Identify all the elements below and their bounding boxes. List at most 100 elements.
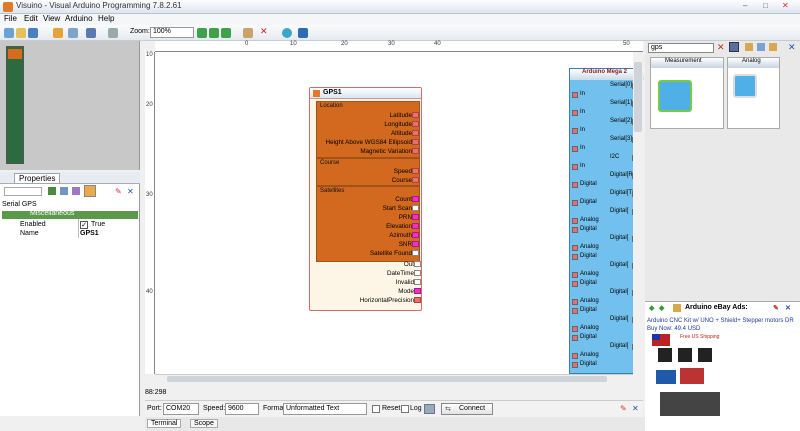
enabled-checkbox[interactable]: ✓ bbox=[80, 221, 88, 229]
zoom-out-icon[interactable] bbox=[209, 28, 219, 38]
log-file-icon[interactable] bbox=[424, 404, 435, 414]
connect-button[interactable]: ⇆ Connect bbox=[441, 403, 493, 415]
category-measurement[interactable]: Measurement bbox=[650, 57, 724, 129]
menu-edit[interactable]: Edit bbox=[24, 14, 38, 23]
arduino-pin[interactable] bbox=[572, 308, 578, 314]
arduino-pin[interactable] bbox=[572, 272, 578, 278]
ebay-product-image[interactable]: Free US Shipping bbox=[650, 334, 730, 422]
speed-select[interactable]: 9600 bbox=[225, 403, 259, 415]
ebay-settings-icon[interactable]: ✎ bbox=[773, 304, 779, 312]
zoom-fit-icon[interactable] bbox=[221, 28, 231, 38]
pin-connector[interactable] bbox=[414, 297, 421, 303]
zoom-select[interactable]: 100% bbox=[150, 27, 194, 38]
arduino-pin[interactable] bbox=[572, 299, 578, 305]
arduino-pin[interactable] bbox=[572, 164, 578, 170]
tab-scope[interactable]: Scope bbox=[190, 419, 218, 428]
new-icon[interactable] bbox=[4, 28, 14, 38]
next-ad-icon[interactable]: ◆ bbox=[659, 304, 664, 312]
menu-arduino[interactable]: Arduino bbox=[65, 14, 93, 23]
maximize-button[interactable]: □ bbox=[763, 1, 768, 10]
close-button[interactable]: ✕ bbox=[782, 1, 789, 10]
pin-connector[interactable] bbox=[412, 250, 419, 256]
layout-icon[interactable] bbox=[53, 28, 63, 38]
arduino-pin[interactable] bbox=[572, 326, 578, 332]
reset-checkbox[interactable] bbox=[372, 405, 380, 413]
arduino-component[interactable]: Arduino Mega 2 Serial[0] In Serial[1] In Ser… bbox=[569, 68, 644, 374]
format-select[interactable]: Unformatted Text bbox=[283, 403, 367, 415]
arduino-pin[interactable] bbox=[572, 110, 578, 116]
palette-close-icon[interactable]: ✕ bbox=[788, 42, 796, 53]
redo-icon[interactable] bbox=[108, 28, 118, 38]
arduino-pin[interactable] bbox=[572, 335, 578, 341]
delete-icon[interactable]: ✕ bbox=[260, 26, 270, 36]
settings-icon[interactable]: ✎ bbox=[620, 404, 627, 413]
arduino-pin[interactable] bbox=[572, 146, 578, 152]
pin-connector[interactable] bbox=[414, 261, 421, 267]
ebay-close-icon[interactable]: ✕ bbox=[785, 304, 791, 312]
arduino-pin[interactable] bbox=[572, 218, 578, 224]
palette-icon[interactable] bbox=[757, 43, 765, 51]
arduino-pin[interactable] bbox=[572, 200, 578, 206]
undo-icon[interactable] bbox=[86, 28, 96, 38]
category-analog[interactable]: Analog bbox=[727, 57, 780, 129]
pin-connector[interactable] bbox=[412, 241, 419, 247]
gps-palette-item[interactable] bbox=[658, 80, 692, 112]
pin-icon[interactable]: ✎ bbox=[115, 187, 122, 196]
pin-connector[interactable] bbox=[412, 214, 419, 220]
scroll-thumb[interactable] bbox=[167, 376, 607, 382]
tab-properties[interactable]: Properties bbox=[14, 173, 61, 184]
expand-icon[interactable] bbox=[48, 187, 56, 195]
component-icon[interactable] bbox=[84, 185, 96, 197]
log-checkbox[interactable] bbox=[401, 405, 409, 413]
port-select[interactable]: COM20 bbox=[163, 403, 199, 415]
pin-connector[interactable] bbox=[414, 270, 421, 276]
pin-connector[interactable] bbox=[412, 121, 419, 127]
pin-connector[interactable] bbox=[412, 205, 419, 211]
collapse-icon[interactable] bbox=[60, 187, 68, 195]
pin-connector[interactable] bbox=[412, 232, 419, 238]
overview-thumbnail[interactable] bbox=[6, 46, 24, 164]
arduino-pin[interactable] bbox=[572, 92, 578, 98]
arduino-pin[interactable] bbox=[572, 128, 578, 134]
pin-connector[interactable] bbox=[412, 168, 419, 174]
pin-connector[interactable] bbox=[412, 139, 419, 145]
prev-ad-icon[interactable]: ◆ bbox=[649, 304, 654, 312]
pin-connector[interactable] bbox=[412, 223, 419, 229]
save-icon[interactable] bbox=[28, 28, 38, 38]
prop-value-name[interactable]: GPS1 bbox=[80, 230, 99, 237]
horizontal-scrollbar[interactable] bbox=[155, 374, 633, 383]
arduino-pin[interactable] bbox=[572, 227, 578, 233]
menu-file[interactable]: File bbox=[4, 14, 17, 23]
pin-connector[interactable] bbox=[414, 279, 421, 285]
sort-icon[interactable] bbox=[72, 187, 80, 195]
close-panel-icon[interactable]: ✕ bbox=[632, 404, 639, 413]
arduino-pin[interactable] bbox=[572, 353, 578, 359]
minimize-button[interactable]: – bbox=[743, 1, 747, 10]
arduino-pin[interactable] bbox=[572, 362, 578, 368]
compile-icon[interactable] bbox=[243, 28, 253, 38]
zoom-in-icon[interactable] bbox=[197, 28, 207, 38]
palette-icon[interactable] bbox=[745, 43, 753, 51]
arduino-pin[interactable] bbox=[572, 182, 578, 188]
arduino-pin[interactable] bbox=[572, 281, 578, 287]
pin-connector[interactable] bbox=[412, 130, 419, 136]
palette-icon[interactable] bbox=[769, 43, 777, 51]
pin-connector[interactable] bbox=[412, 196, 419, 202]
category-row[interactable]: Miscellaneous bbox=[2, 210, 138, 219]
menu-view[interactable]: View bbox=[43, 14, 60, 23]
component-search-input[interactable]: gps bbox=[648, 43, 714, 53]
analog-palette-item[interactable] bbox=[733, 74, 757, 98]
pin-connector[interactable] bbox=[412, 112, 419, 118]
gps-component[interactable]: GPS1 Location Latitude Longitude Altitud… bbox=[309, 87, 422, 311]
clear-search-icon[interactable]: ✕ bbox=[717, 42, 725, 53]
pin-connector[interactable] bbox=[412, 177, 419, 183]
ebay-ad-price[interactable]: Buy Now: 49.4 USD bbox=[647, 326, 700, 332]
open-icon[interactable] bbox=[16, 28, 26, 38]
pin-connector[interactable] bbox=[414, 288, 421, 294]
menu-help[interactable]: Help bbox=[98, 14, 114, 23]
search-filter-icon[interactable] bbox=[729, 42, 739, 52]
arduino-pin[interactable] bbox=[572, 245, 578, 251]
properties-search[interactable] bbox=[4, 187, 42, 196]
tools-icon[interactable]: ✕ bbox=[127, 187, 134, 196]
pin-connector[interactable] bbox=[412, 148, 419, 154]
